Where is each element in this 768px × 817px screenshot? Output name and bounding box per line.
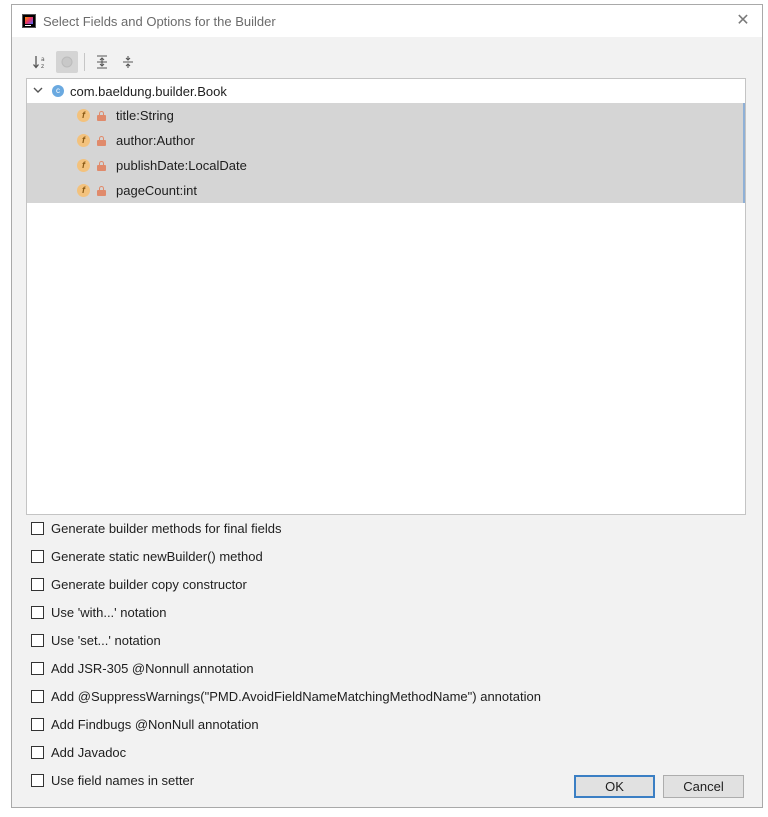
checkbox[interactable]: [31, 634, 44, 647]
expand-all-icon[interactable]: [91, 51, 113, 73]
sort-alphabetically-icon[interactable]: a z: [30, 51, 52, 73]
chevron-down-icon[interactable]: [32, 86, 44, 97]
field-icon: f: [77, 109, 90, 122]
builder-dialog: Select Fields and Options for the Builde…: [11, 4, 763, 808]
private-lock-icon: [97, 160, 106, 171]
option-label: Add @SuppressWarnings("PMD.AvoidFieldNam…: [51, 689, 541, 704]
option-set-notation[interactable]: Use 'set...' notation: [31, 633, 161, 648]
tree-field-row[interactable]: f author:Author: [27, 128, 745, 153]
private-lock-icon: [97, 135, 106, 146]
checkbox[interactable]: [31, 522, 44, 535]
option-label: Use 'set...' notation: [51, 633, 161, 648]
tree-field-row[interactable]: f title:String: [27, 103, 745, 128]
checkbox[interactable]: [31, 718, 44, 731]
private-lock-icon: [97, 110, 106, 121]
ok-button[interactable]: OK: [574, 775, 655, 798]
svg-text:z: z: [41, 63, 44, 69]
field-label: title:String: [116, 108, 174, 123]
close-button[interactable]: ✕: [734, 12, 752, 30]
fields-tree[interactable]: c com.baeldung.builder.Book f title:Stri…: [26, 78, 746, 515]
checkbox[interactable]: [31, 550, 44, 563]
show-inherited-icon[interactable]: [56, 51, 78, 73]
option-label: Add JSR-305 @Nonnull annotation: [51, 661, 254, 676]
field-icon: f: [77, 134, 90, 147]
checkbox[interactable]: [31, 662, 44, 675]
field-label: author:Author: [116, 133, 195, 148]
cancel-button[interactable]: Cancel: [663, 775, 744, 798]
option-suppress-warnings[interactable]: Add @SuppressWarnings("PMD.AvoidFieldNam…: [31, 689, 541, 704]
option-label: Generate builder methods for final field…: [51, 521, 282, 536]
tree-toolbar: a z: [30, 49, 143, 75]
checkbox[interactable]: [31, 690, 44, 703]
collapse-all-icon[interactable]: [117, 51, 139, 73]
field-label: pageCount:int: [116, 183, 197, 198]
class-icon: c: [52, 85, 64, 97]
tree-field-row[interactable]: f pageCount:int: [27, 178, 745, 203]
selection-indicator: [743, 103, 745, 203]
checkbox[interactable]: [31, 578, 44, 591]
field-icon: f: [77, 159, 90, 172]
option-final-fields[interactable]: Generate builder methods for final field…: [31, 521, 282, 536]
option-label: Add Javadoc: [51, 745, 127, 760]
svg-text:a: a: [41, 56, 45, 63]
option-static-new-builder[interactable]: Generate static newBuilder() method: [31, 549, 263, 564]
dialog-title: Select Fields and Options for the Builde…: [43, 13, 276, 29]
field-label: publishDate:LocalDate: [116, 158, 247, 173]
option-jsr305[interactable]: Add JSR-305 @Nonnull annotation: [31, 661, 254, 676]
option-label: Generate builder copy constructor: [51, 577, 247, 592]
option-label: Use field names in setter: [51, 773, 195, 788]
option-with-notation[interactable]: Use 'with...' notation: [31, 605, 167, 620]
tree-field-row[interactable]: f publishDate:LocalDate: [27, 153, 745, 178]
option-copy-constructor[interactable]: Generate builder copy constructor: [31, 577, 247, 592]
option-findbugs[interactable]: Add Findbugs @NonNull annotation: [31, 717, 259, 732]
tree-root-label: com.baeldung.builder.Book: [70, 83, 227, 99]
intellij-app-icon: [22, 14, 36, 28]
option-label: Generate static newBuilder() method: [51, 549, 263, 564]
checkbox[interactable]: [31, 606, 44, 619]
option-field-names-setter[interactable]: Use field names in setter: [31, 773, 194, 788]
checkbox[interactable]: [31, 774, 44, 787]
private-lock-icon: [97, 185, 106, 196]
toolbar-separator: [84, 53, 85, 71]
title-bar: Select Fields and Options for the Builde…: [12, 5, 762, 37]
option-label: Add Findbugs @NonNull annotation: [51, 717, 259, 732]
checkbox[interactable]: [31, 746, 44, 759]
field-icon: f: [77, 184, 90, 197]
tree-root-row[interactable]: c com.baeldung.builder.Book: [27, 79, 745, 103]
option-javadoc[interactable]: Add Javadoc: [31, 745, 126, 760]
option-label: Use 'with...' notation: [51, 605, 167, 620]
